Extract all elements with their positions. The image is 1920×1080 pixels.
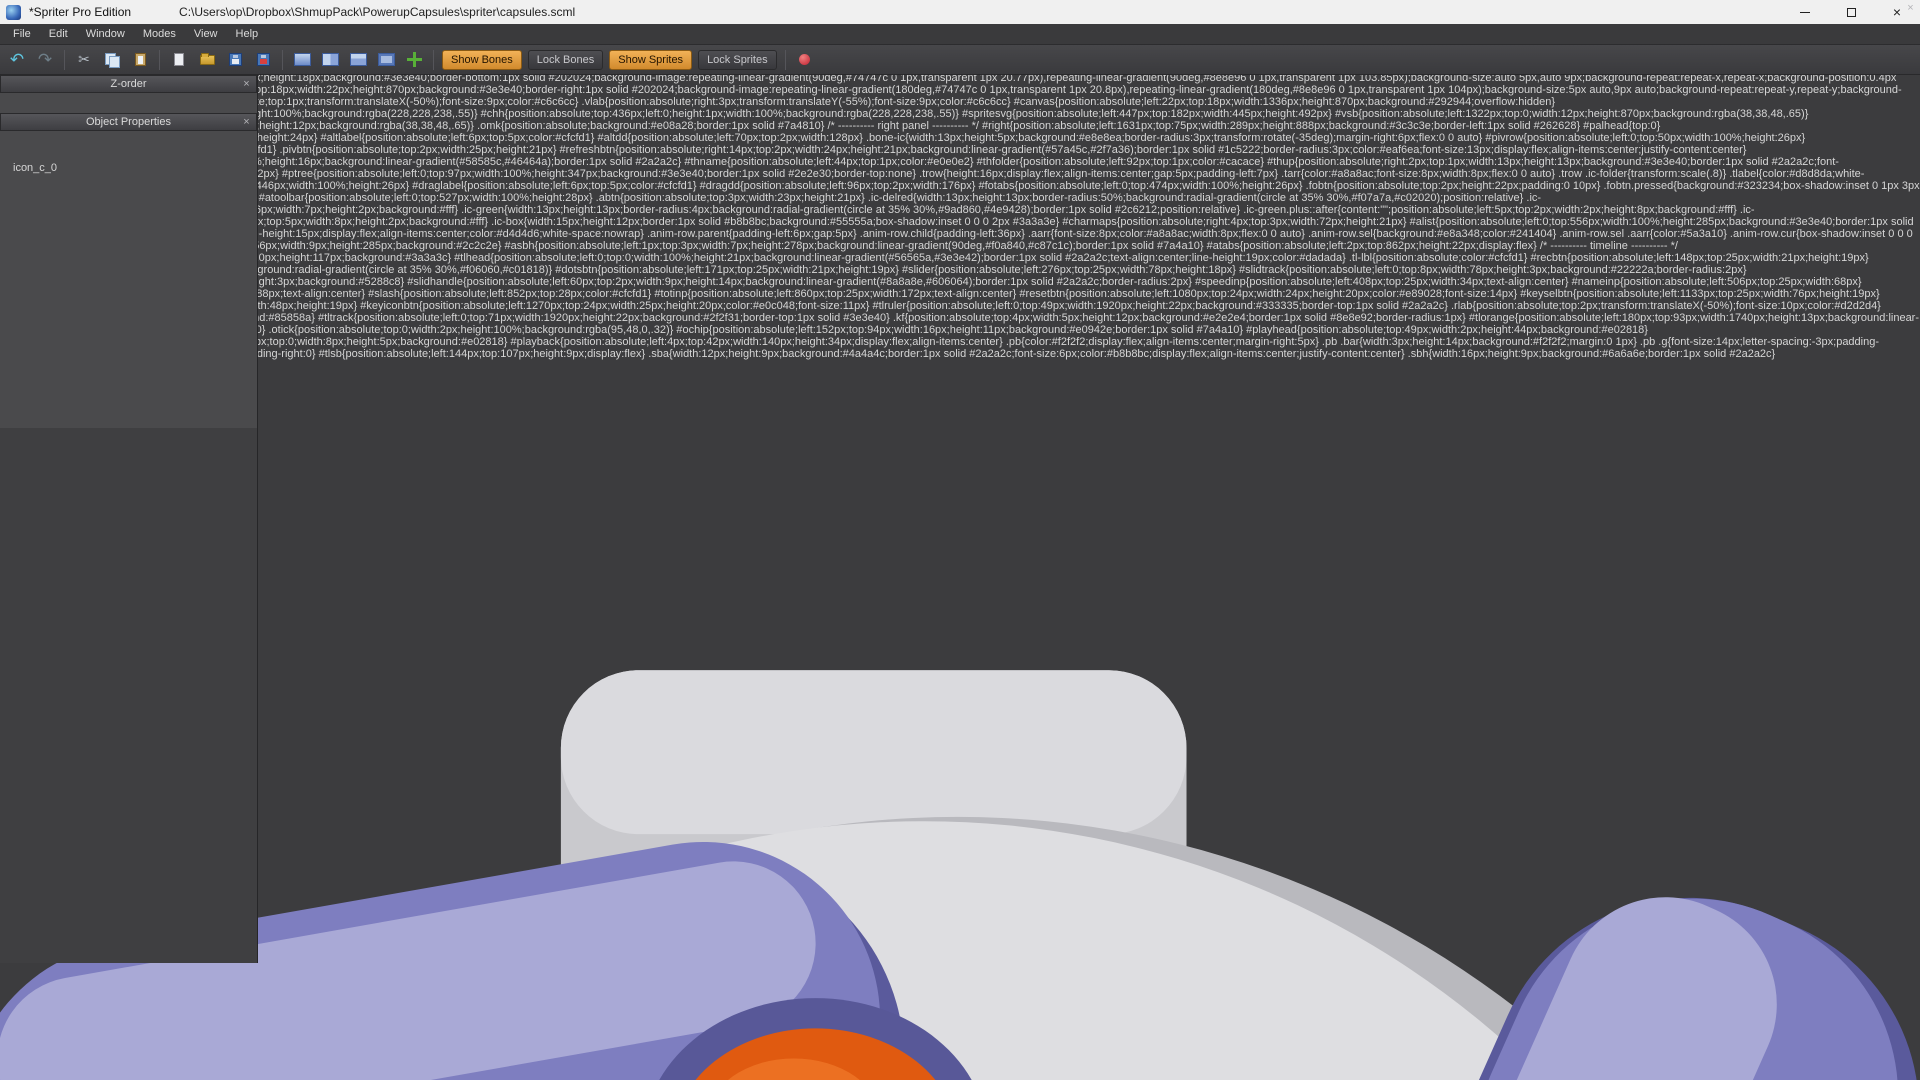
bone-tool-icon — [799, 54, 810, 65]
close-icon: × — [1893, 4, 1901, 20]
paste-icon — [135, 53, 146, 66]
title-bar: *Spriter Pro Edition C:\Users\op\Dropbox… — [0, 0, 1920, 24]
view-layout-icon — [322, 53, 339, 66]
v-ruler-label: -50 — [0, 568, 1920, 580]
view-layout-2-button[interactable] — [317, 48, 343, 72]
close-panel-icon[interactable]: × — [240, 78, 253, 91]
menu-window[interactable]: Window — [77, 26, 134, 42]
undo-button[interactable]: ↶ — [4, 48, 30, 72]
lock-sprites-toggle[interactable]: Lock Sprites — [698, 50, 777, 70]
undo-icon: ↶ — [10, 50, 24, 70]
menu-bar: FileEditWindowModesViewHelp — [0, 24, 1920, 45]
h-ruler-label: -100 — [0, 408, 1920, 420]
view-layout-icon — [378, 53, 395, 66]
h-ruler-label: -50 — [0, 420, 1920, 432]
toolbar-separator — [159, 50, 160, 70]
document-path: C:\Users\op\Dropbox\ShmupPack\PowerupCap… — [179, 5, 575, 19]
save-button[interactable] — [222, 48, 248, 72]
new-file-button[interactable] — [166, 48, 192, 72]
capsule-sprite[interactable] — [0, 640, 1920, 1080]
v-ruler-label: -200 — [0, 532, 1920, 544]
view-layout-1-button[interactable] — [289, 48, 315, 72]
h-ruler-label: 200 — [0, 480, 1920, 492]
zorder-panel-title: Z-order — [110, 78, 146, 90]
maximize-icon — [1847, 8, 1856, 17]
object-properties-title: Object Properties — [86, 116, 171, 128]
redo-icon: ↷ — [38, 50, 52, 70]
paste-button[interactable] — [127, 48, 153, 72]
toolbar-separator — [64, 50, 65, 70]
lock-bones-toggle[interactable]: Lock Bones — [528, 50, 603, 70]
v-ruler: -200-150-100-50050100150200 — [0, 516, 1920, 640]
show-sprites-toggle[interactable]: Show Sprites — [609, 50, 692, 70]
cut-icon: ✂ — [78, 51, 90, 68]
app-icon — [6, 5, 21, 20]
copy-icon — [105, 53, 119, 67]
open-file-button[interactable] — [194, 48, 220, 72]
minimize-icon — [1800, 12, 1810, 13]
main-toolbar: ↶ ↷ ✂ Show Bones Lock Bones Show Sprites… — [0, 45, 1920, 75]
h-ruler-label: -250 — [0, 372, 1920, 384]
object-properties-header: Object Properties × — [0, 113, 257, 131]
export-icon — [257, 53, 270, 66]
cut-button[interactable]: ✂ — [71, 48, 97, 72]
zorder-item[interactable]: icon_c_0 — [0, 143, 257, 193]
bone-tool-button[interactable] — [792, 48, 818, 72]
v-ruler-label: 0 — [0, 580, 1920, 592]
h-ruler-label: 100 — [0, 456, 1920, 468]
h-ruler-label: -150 — [0, 396, 1920, 408]
fit-view-icon — [407, 52, 422, 67]
v-ruler-label: 150 — [0, 616, 1920, 628]
copy-button[interactable] — [99, 48, 125, 72]
h-ruler-label: 300 — [0, 504, 1920, 516]
menu-view[interactable]: View — [185, 26, 227, 42]
toolbar-separator — [433, 50, 434, 70]
v-ruler-label: -150 — [0, 544, 1920, 556]
redo-button[interactable]: ↷ — [32, 48, 58, 72]
zorder-list: c4_0016icon_c_0 — [0, 93, 257, 428]
canvas-area: -300-250-200-150-100-5005010015020025030… — [0, 360, 1920, 1080]
h-ruler-label: 50 — [0, 444, 1920, 456]
minimize-button[interactable] — [1782, 0, 1828, 24]
export-button[interactable] — [250, 48, 276, 72]
menu-file[interactable]: File — [4, 26, 40, 42]
h-ruler: -300-250-200-150-100-5005010015020025030… — [0, 360, 1920, 516]
menu-modes[interactable]: Modes — [134, 26, 185, 42]
view-layout-3-button[interactable] — [345, 48, 371, 72]
v-ruler-label: -100 — [0, 556, 1920, 568]
v-ruler-label: 100 — [0, 604, 1920, 616]
h-ruler-label: 250 — [0, 492, 1920, 504]
view-layout-icon — [294, 53, 311, 66]
h-ruler-label: -300 — [0, 360, 1920, 372]
toolbar-separator — [282, 50, 283, 70]
close-panel-icon[interactable]: × — [240, 116, 253, 129]
v-ruler-label: 200 — [0, 628, 1920, 640]
menu-help[interactable]: Help — [227, 26, 268, 42]
menu-edit[interactable]: Edit — [40, 26, 77, 42]
h-ruler-label: 0 — [0, 432, 1920, 444]
save-icon — [229, 53, 242, 66]
maximize-button[interactable] — [1828, 0, 1874, 24]
fit-view-button[interactable] — [401, 48, 427, 72]
show-bones-toggle[interactable]: Show Bones — [442, 50, 522, 70]
close-panel-icon[interactable]: × — [1904, 2, 1917, 15]
v-ruler-label: 50 — [0, 592, 1920, 604]
window-title: *Spriter Pro Edition — [29, 5, 131, 19]
zorder-panel-header: Z-order × — [0, 75, 257, 93]
left-panel: Z-order × c4_0016icon_c_0 HierarchyZ-ord… — [0, 75, 258, 963]
h-ruler-label: 150 — [0, 468, 1920, 480]
toolbar-separator — [785, 50, 786, 70]
open-folder-icon — [200, 55, 215, 65]
view-layout-4-button[interactable] — [373, 48, 399, 72]
view-layout-icon — [350, 53, 367, 66]
new-file-icon — [174, 53, 184, 66]
zorder-item-label: icon_c_0 — [13, 162, 57, 174]
h-ruler-label: -200 — [0, 384, 1920, 396]
canvas-viewport[interactable] — [0, 640, 1920, 1080]
